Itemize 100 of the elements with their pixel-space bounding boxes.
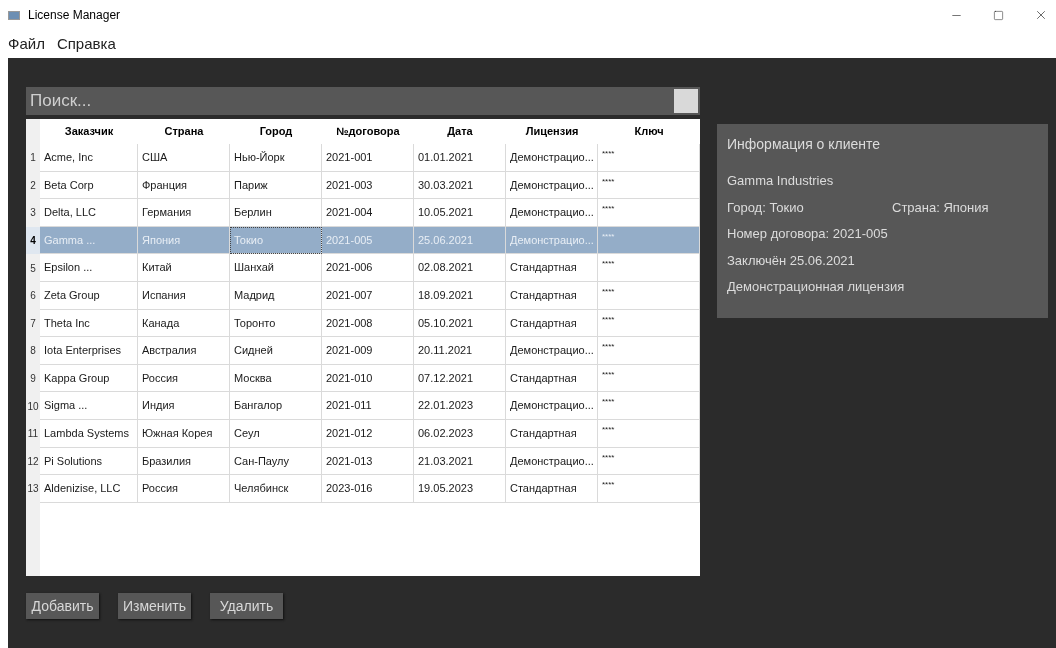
table-cell: Испания xyxy=(138,281,230,310)
table-cell: 20.11.2021 xyxy=(414,337,506,365)
row-number: 8 xyxy=(30,344,36,359)
table-cell: Демонстрацио... xyxy=(506,337,598,365)
table-row[interactable]: 7 Theta Inc Канада Торонто 2021-008 05.10.2021 Стандартная **** xyxy=(26,309,700,338)
search-button[interactable] xyxy=(672,87,700,115)
table-cell: Iota Enterprises xyxy=(40,337,138,365)
table-cell: Демонстрацио... xyxy=(506,171,598,200)
app-icon xyxy=(8,10,20,20)
row-number: 1 xyxy=(30,151,36,166)
table-cell: Шанхай xyxy=(230,254,322,282)
table-cell: Sigma ... xyxy=(40,392,138,420)
table-cell: Delta, LLC xyxy=(40,199,138,227)
table-cell: 2021-012 xyxy=(322,419,414,448)
table-cell: Китай xyxy=(138,254,230,282)
column-header[interactable]: Лицензия xyxy=(525,123,579,140)
table-cell: 01.01.2021 xyxy=(414,144,506,172)
close-icon[interactable] xyxy=(1034,8,1048,22)
table-cell: Aldenizise, LLC xyxy=(40,475,138,503)
table-cell: Демонстрацио... xyxy=(506,392,598,420)
action-button[interactable]: Изменить xyxy=(118,593,191,619)
table-row[interactable]: 12 Pi Solutions Бразилия Сан-Паулу 2021-013 21.03.2021 Демонстрацио... **** xyxy=(26,447,700,476)
row-number: 12 xyxy=(27,454,39,469)
table-cell: 18.09.2021 xyxy=(414,281,506,310)
table-cell: Париж xyxy=(230,171,322,200)
table-cell: 22.01.2023 xyxy=(414,392,506,420)
table-row[interactable]: 6 Zeta Group Испания Мадрид 2021-007 18.09.2021 Стандартная **** xyxy=(26,281,700,310)
table-cell: Франция xyxy=(138,171,230,200)
table-row[interactable]: 3 Delta, LLC Германия Берлин 2021-004 10.05.2021 Демонстрацио... **** xyxy=(26,199,700,227)
table-cell: Берлин xyxy=(230,199,322,227)
table-cell: Германия xyxy=(138,199,230,227)
search-field[interactable]: Поиск... xyxy=(26,87,672,115)
table-cell: 2021-001 xyxy=(322,144,414,172)
table-cell: Pi Solutions xyxy=(40,447,138,476)
table-cell: Австралия xyxy=(138,337,230,365)
table-row[interactable]: 1 Acme, Inc США Нью-Йорк 2021-001 01.01.2021 Демонстрацио... **** xyxy=(26,144,700,172)
table-cell: Kappa Group xyxy=(40,364,138,393)
table-cell: Нью-Йорк xyxy=(230,144,322,172)
table-cell: **** xyxy=(598,254,700,282)
table-cell: Южная Корея xyxy=(138,419,230,448)
row-number: 13 xyxy=(27,482,39,497)
row-number: 2 xyxy=(30,178,36,193)
table-cell: 2021-011 xyxy=(322,392,414,420)
table-cell: Индия xyxy=(138,392,230,420)
contract-date: Заключён 25.06.2021 xyxy=(727,251,856,270)
client-city: Город: Токио xyxy=(727,198,805,217)
table-cell: 10.05.2021 xyxy=(414,199,506,227)
table-cell: Токио xyxy=(230,226,322,255)
column-header[interactable]: Дата xyxy=(447,123,473,140)
table-cell: 02.08.2021 xyxy=(414,254,506,282)
table-cell: 2021-013 xyxy=(322,447,414,476)
row-number: 4 xyxy=(30,234,36,249)
table-row[interactable]: 9 Kappa Group Россия Москва 2021-010 07.12.2021 Стандартная **** xyxy=(26,364,700,393)
menu-item[interactable]: Справка xyxy=(56,32,116,56)
table-row[interactable]: 11 Lambda Systems Южная Корея Сеул 2021-012 06.02.2023 Стандартная **** xyxy=(26,419,700,448)
table-row[interactable]: 8 Iota Enterprises Австралия Сидней 2021-009 20.11.2021 Демонстрацио... **** xyxy=(26,337,700,365)
table-cell: Демонстрацио... xyxy=(506,226,598,255)
column-header[interactable]: Страна xyxy=(164,123,204,140)
table-row[interactable]: 10 Sigma ... Индия Бангалор 2021-011 22.01.2023 Демонстрацио... **** xyxy=(26,392,700,420)
column-header[interactable]: Город xyxy=(259,123,293,140)
table-cell: Демонстрацио... xyxy=(506,447,598,476)
table-row[interactable]: 13 Aldenizise, LLC Россия Челябинск 2023-016 19.05.2023 Стандартная **** xyxy=(26,475,700,503)
contract-number: Номер договора: 2021-005 xyxy=(727,225,889,243)
table-cell: Бангалор xyxy=(230,392,322,420)
table-cell: 2021-003 xyxy=(322,171,414,200)
column-header[interactable]: №договора xyxy=(336,123,400,140)
table-cell: Theta Inc xyxy=(40,309,138,338)
column-header[interactable]: Заказчик xyxy=(64,123,114,140)
menu-item[interactable]: Файл xyxy=(8,32,45,56)
row-number: 7 xyxy=(30,316,36,331)
table-cell: Челябинск xyxy=(230,475,322,503)
table-cell: 19.05.2023 xyxy=(414,475,506,503)
table-cell: 2021-007 xyxy=(322,281,414,310)
table-cell: 25.06.2021 xyxy=(414,226,506,255)
table-cell: **** xyxy=(598,171,700,200)
table-cell: Канада xyxy=(138,309,230,338)
table-cell: Сеул xyxy=(230,419,322,448)
row-number: 6 xyxy=(30,289,36,304)
table-cell: **** xyxy=(598,419,700,448)
table-cell: 07.12.2021 xyxy=(414,364,506,393)
action-button[interactable]: Добавить xyxy=(26,593,99,619)
table-row[interactable]: 2 Beta Corp Франция Париж 2021-003 30.03.2021 Демонстрацио... **** xyxy=(26,171,700,200)
maximize-icon[interactable] xyxy=(993,9,1004,21)
table-cell: Стандартная xyxy=(506,475,598,503)
table-cell: Бразилия xyxy=(138,447,230,476)
action-button[interactable]: Удалить xyxy=(210,593,283,619)
table-cell: Демонстрацио... xyxy=(506,199,598,227)
column-header[interactable]: Ключ xyxy=(634,123,664,140)
table-cell: Стандартная xyxy=(506,281,598,310)
table-cell: **** xyxy=(598,337,700,365)
table-row[interactable]: 5 Epsilon ... Китай Шанхай 2021-006 02.08.2021 Стандартная **** xyxy=(26,254,700,282)
table-cell: **** xyxy=(598,226,700,255)
table-cell: **** xyxy=(598,475,700,503)
table-cell: Gamma ... xyxy=(40,226,138,255)
row-number: 3 xyxy=(30,206,36,221)
table-cell: Beta Corp xyxy=(40,171,138,200)
table-cell: Сидней xyxy=(230,337,322,365)
row-number: 10 xyxy=(27,399,39,414)
row-number: 5 xyxy=(30,261,36,276)
table-row[interactable]: 4 Gamma ... Япония Токио 2021-005 25.06.2021 Демонстрацио... **** xyxy=(26,226,700,255)
